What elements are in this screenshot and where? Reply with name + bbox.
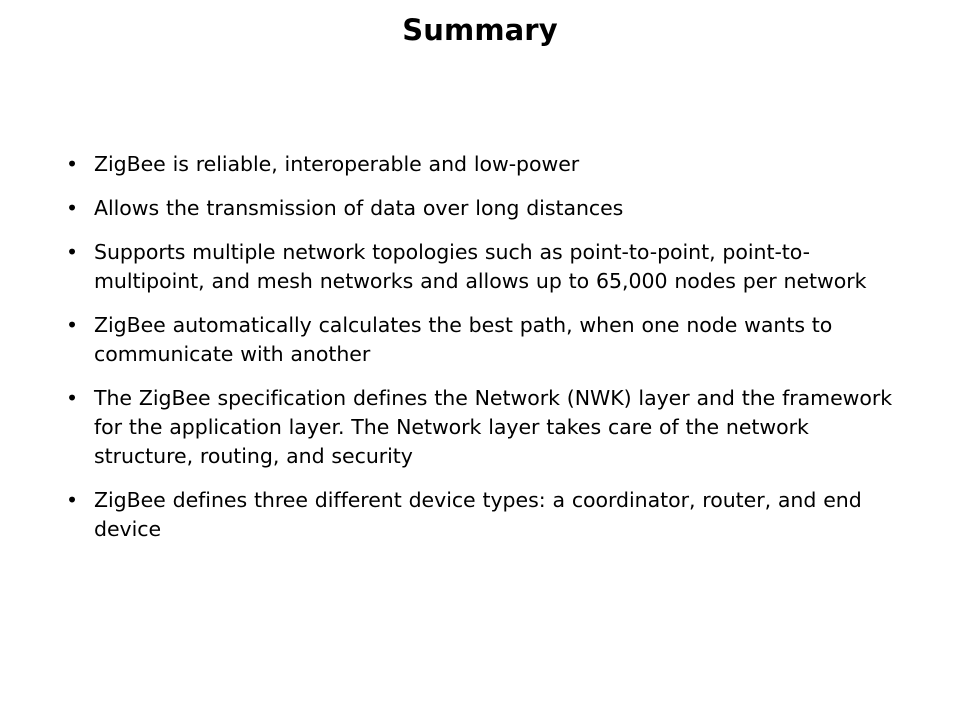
list-item-text: The ZigBee specification defines the Net… [94,386,893,468]
bullet-point-icon: • [66,386,79,410]
bullet-point-icon: • [66,240,79,264]
list-item-text: ZigBee automatically calculates the best… [94,313,833,366]
summary-bullet-list: • ZigBee is reliable, interoperable and … [60,150,905,544]
bullet-point-icon: • [66,152,79,176]
page-title: Summary [402,13,558,47]
presentation-slide: Summary • ZigBee is reliable, interopera… [0,0,960,720]
list-item: • ZigBee defines three different device … [60,486,905,544]
list-item-text: Supports multiple network topologies suc… [94,240,867,293]
list-item: • The ZigBee specification defines the N… [60,384,905,471]
list-item: • Supports multiple network topologies s… [60,238,905,296]
list-item: • ZigBee is reliable, interoperable and … [60,150,905,179]
bullet-point-icon: • [66,196,79,220]
list-item: • Allows the transmission of data over l… [60,194,905,223]
list-item-text: ZigBee defines three different device ty… [94,488,862,541]
bullet-point-icon: • [66,313,79,337]
bullet-point-icon: • [66,488,79,512]
list-item: • ZigBee automatically calculates the be… [60,311,905,369]
list-item-text: Allows the transmission of data over lon… [94,196,624,220]
list-item-text: ZigBee is reliable, interoperable and lo… [94,152,580,176]
slide-body: • ZigBee is reliable, interoperable and … [60,150,905,544]
